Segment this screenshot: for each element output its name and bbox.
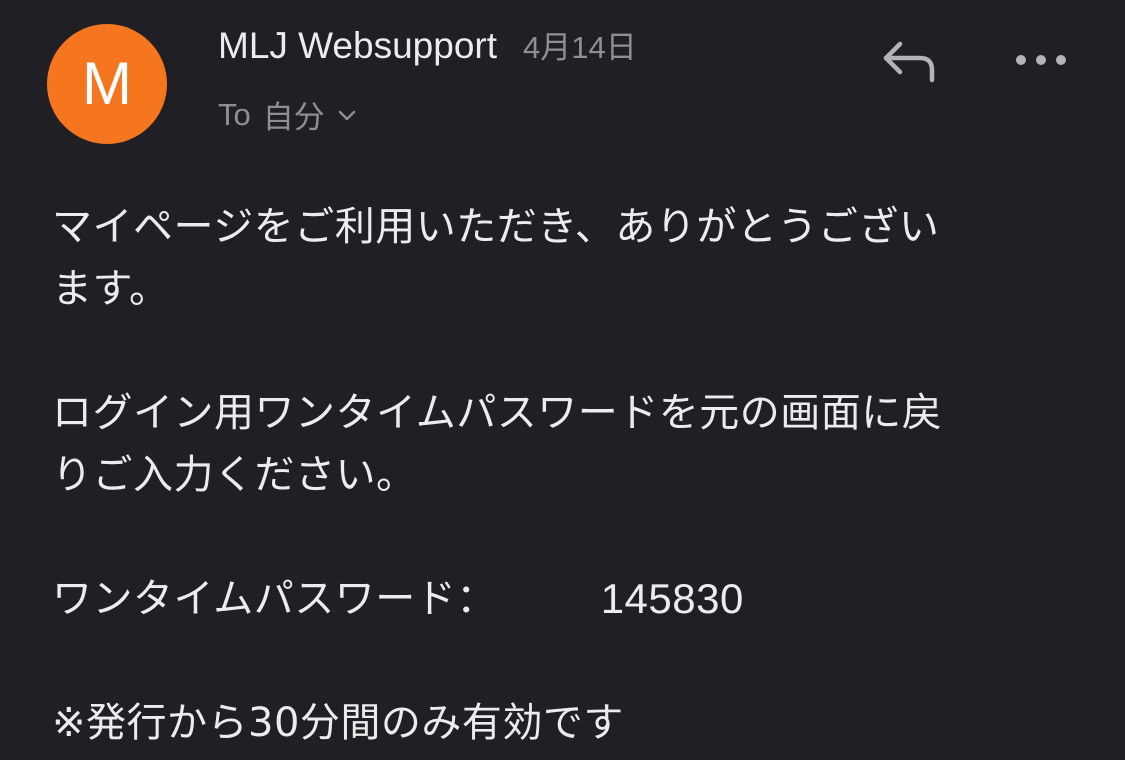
recipient-value: 自分 <box>262 100 325 136</box>
body-line-2: ます。 <box>52 266 170 312</box>
sender-avatar[interactable]: M <box>47 24 167 144</box>
sender-name[interactable]: MLJ Websupport <box>218 25 497 67</box>
body-line-3: ログイン用ワンタイムパスワードを元の画面に戻 <box>52 390 943 436</box>
body-line-1: マイページをご利用いただき、ありがとうござい <box>52 204 940 250</box>
email-header: M MLJ Websupport 4月14日 To 自分 <box>0 0 1125 160</box>
body-line-4: りご入力ください。 <box>52 452 417 498</box>
sender-row: MLJ Websupport 4月14日 <box>218 22 637 67</box>
validity-note: ※発行から30分間のみ有効です <box>52 700 624 746</box>
recipient-toggle[interactable]: To 自分 <box>218 92 357 137</box>
email-date: 4月14日 <box>523 30 637 65</box>
more-options-button[interactable] <box>1008 40 1074 80</box>
email-body: マイページをご利用いただき、ありがとうござい ます。 ログイン用ワンタイムパスワ… <box>52 196 1052 754</box>
otp-label: ワンタイムパスワード： <box>52 576 497 622</box>
reply-icon <box>883 41 935 83</box>
otp-row: ワンタイムパスワード： 145830 <box>52 568 1052 630</box>
reply-button[interactable] <box>878 36 940 86</box>
more-icon <box>1016 55 1066 65</box>
avatar-initial: M <box>82 50 132 117</box>
otp-value[interactable]: 145830 <box>601 568 744 630</box>
to-label: To <box>218 96 251 132</box>
chevron-down-icon <box>337 108 357 122</box>
